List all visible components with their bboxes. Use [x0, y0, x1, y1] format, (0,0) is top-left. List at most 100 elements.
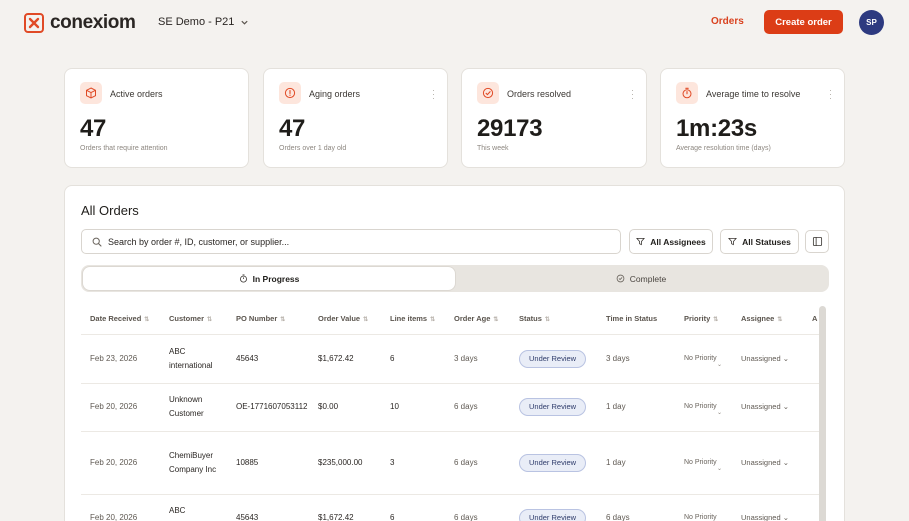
- cell-line-items: 6: [381, 334, 445, 384]
- sidebar-panel-icon: [812, 236, 822, 247]
- stat-value: 47: [80, 115, 107, 142]
- brand-logo[interactable]: conexiom: [24, 12, 136, 34]
- statuses-filter-label: All Statuses: [742, 236, 791, 247]
- cell-line-items: 10: [381, 383, 445, 432]
- column-header-status[interactable]: Status ⇅: [510, 304, 597, 335]
- chevron-down-icon: ⌄: [782, 457, 789, 467]
- cell-date: Feb 20, 2026: [81, 431, 160, 495]
- cell-priority[interactable]: No Priority⌄: [675, 431, 732, 495]
- priority-dropdown[interactable]: No Priority⌄: [684, 512, 732, 521]
- sort-icon: ⇅: [544, 317, 550, 324]
- table-row[interactable]: Feb 23, 2026 ABC international 45643 $1,…: [81, 334, 821, 384]
- cell-priority[interactable]: No Priority⌄: [675, 334, 732, 384]
- status-badge: Under Review: [519, 398, 587, 416]
- more-options-icon[interactable]: · · ·: [829, 86, 832, 103]
- assignee-dropdown[interactable]: Unassigned ⌄: [741, 513, 789, 521]
- create-order-button[interactable]: Create order: [764, 10, 843, 34]
- status-badge: Under Review: [519, 349, 587, 368]
- more-options-icon[interactable]: · · ·: [432, 86, 435, 103]
- cell-po-number: 45643: [227, 334, 309, 384]
- sort-icon: ⇅: [144, 317, 150, 324]
- tab-label: Complete: [629, 273, 667, 284]
- stopwatch-icon: [239, 274, 247, 283]
- nav-orders-link[interactable]: Orders: [711, 16, 744, 27]
- cell-line-items: 3: [381, 431, 445, 495]
- statuses-filter-button[interactable]: All Statuses: [720, 229, 799, 254]
- assignee-dropdown[interactable]: Unassigned ⌄: [741, 354, 789, 363]
- sort-icon: ⇅: [777, 317, 783, 324]
- cell-assignee[interactable]: Unassigned ⌄: [732, 494, 803, 521]
- filter-icon: [728, 237, 738, 246]
- tab-in-progress[interactable]: In Progress: [83, 267, 455, 290]
- table-row[interactable]: Feb 20, 2026 ChemiBuyer Company Inc 1088…: [81, 431, 821, 495]
- search-icon: [92, 237, 102, 247]
- cell-date: Feb 20, 2026: [81, 494, 160, 521]
- sort-icon: ⇅: [363, 317, 369, 324]
- stat-value: 47: [279, 115, 306, 142]
- assignees-filter-button[interactable]: All Assignees: [629, 229, 713, 254]
- workspace-selector[interactable]: SE Demo - P21: [158, 16, 249, 28]
- stat-card-active-orders: Active orders 47 Orders that require att…: [64, 68, 249, 168]
- table-row[interactable]: Feb 20, 2026 Unknown Customer OE-1771607…: [81, 383, 821, 432]
- assignee-dropdown[interactable]: Unassigned ⌄: [741, 458, 789, 467]
- status-badge: Under Review: [519, 453, 587, 472]
- priority-dropdown[interactable]: No Priority⌄: [684, 401, 732, 416]
- status-tabs: In Progress Complete: [81, 265, 829, 292]
- column-header-time-in-status[interactable]: Time in Status: [597, 304, 675, 335]
- stat-subtitle: Average resolution time (days): [676, 145, 771, 152]
- column-toggle-button[interactable]: [805, 230, 829, 253]
- cell-assignee[interactable]: Unassigned ⌄: [732, 431, 803, 495]
- cell-date: Feb 20, 2026: [81, 383, 160, 432]
- chevron-down-icon: ⌄: [717, 361, 723, 368]
- cell-order-age: 6 days: [445, 431, 510, 495]
- cell-time-in-status: 3 days: [597, 334, 675, 384]
- cell-line-items: 6: [381, 494, 445, 521]
- search-box[interactable]: [81, 229, 621, 254]
- stat-subtitle: Orders that require attention: [80, 145, 168, 152]
- column-header-priority[interactable]: Priority ⇅: [675, 304, 732, 335]
- cell-priority[interactable]: No Priority⌄: [675, 494, 732, 521]
- cell-priority[interactable]: No Priority⌄: [675, 383, 732, 432]
- check-circle-icon: [616, 274, 625, 283]
- column-header-po-number[interactable]: PO Number ⇅: [227, 304, 309, 335]
- assignees-filter-label: All Assignees: [650, 236, 706, 247]
- panel-title: All Orders: [81, 203, 139, 218]
- column-header-assignee[interactable]: Assignee ⇅: [732, 304, 803, 335]
- priority-dropdown[interactable]: No Priority⌄: [684, 353, 732, 368]
- column-header-order-value[interactable]: Order Value ⇅: [309, 304, 381, 335]
- table-header-row: Date Received ⇅ Customer ⇅ PO Number ⇅ Orde…: [81, 304, 821, 335]
- search-input[interactable]: [108, 230, 608, 253]
- stat-subtitle: Orders over 1 day old: [279, 145, 347, 152]
- stat-value: 29173: [477, 115, 543, 142]
- cell-assignee[interactable]: Unassigned ⌄: [732, 334, 803, 384]
- tab-complete[interactable]: Complete: [455, 267, 827, 290]
- cell-status: Under Review: [510, 334, 597, 384]
- orders-table: Date Received ⇅ Customer ⇅ PO Number ⇅ Orde…: [81, 304, 821, 521]
- more-options-icon[interactable]: · · ·: [631, 86, 634, 103]
- chevron-down-icon: ⌄: [782, 513, 789, 521]
- top-bar: conexiom SE Demo - P21 Orders Create ord…: [0, 0, 909, 45]
- chevron-down-icon: [241, 20, 249, 25]
- sort-icon: ⇅: [430, 317, 436, 324]
- column-header-date-received[interactable]: Date Received ⇅: [81, 304, 160, 335]
- table-row[interactable]: Feb 20, 2026 ABC international 45643 $1,…: [81, 494, 821, 521]
- cell-status: Under Review: [510, 383, 597, 432]
- cell-customer: ABC international: [160, 334, 227, 384]
- column-header-order-age[interactable]: Order Age ⇅: [445, 304, 510, 335]
- column-header-line-items[interactable]: Line items ⇅: [381, 304, 445, 335]
- cell-assignee[interactable]: Unassigned ⌄: [732, 383, 803, 432]
- cell-time-in-status: 6 days: [597, 494, 675, 521]
- stat-card-orders-resolved: Orders resolved · · · 29173 This week: [461, 68, 647, 168]
- orders-table-container: Date Received ⇅ Customer ⇅ PO Number ⇅ Orde…: [81, 304, 821, 521]
- logo-mark-icon: [24, 13, 44, 33]
- cell-status: Under Review: [510, 494, 597, 521]
- priority-dropdown[interactable]: No Priority⌄: [684, 457, 732, 472]
- stopwatch-icon: [676, 82, 698, 104]
- workspace-label: SE Demo - P21: [158, 16, 235, 28]
- table-scrollbar[interactable]: [819, 306, 826, 521]
- column-header-customer[interactable]: Customer ⇅: [160, 304, 227, 335]
- cell-order-value: $1,672.42: [309, 334, 381, 384]
- all-orders-panel: All Orders All Assignees All Statuses In…: [64, 185, 845, 521]
- assignee-dropdown[interactable]: Unassigned ⌄: [741, 402, 789, 411]
- user-avatar[interactable]: SP: [859, 10, 884, 35]
